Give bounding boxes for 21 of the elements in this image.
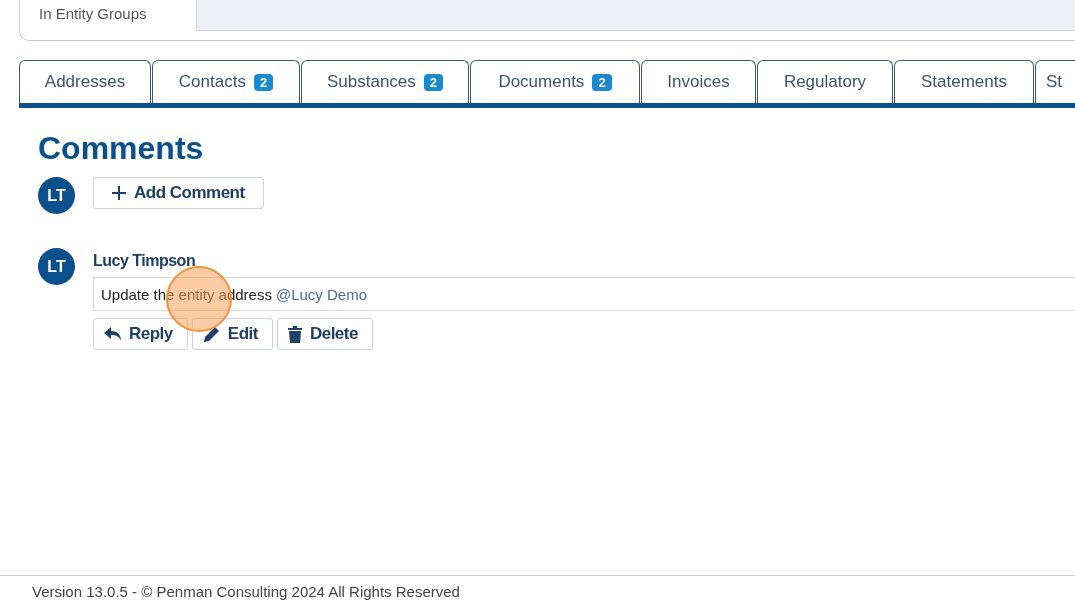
delete-button[interactable]: Delete [276,318,373,350]
avatar: LT [38,248,75,285]
count-badge: 2 [592,73,612,91]
tab[interactable]: Contacts 2 [152,60,300,103]
tab[interactable]: Addresses [19,60,151,103]
add-comment-button[interactable]: Add Comment [93,177,264,209]
section-title: Comments [38,130,205,167]
count-badge: 2 [253,73,274,91]
tab[interactable]: Substances 2 [301,60,469,103]
footer-text: Version 13.0.5 - © Penman Consulting 2024 All Rights Reserved [0,575,1075,601]
tab[interactable]: St [1035,60,1075,103]
reply-button[interactable]: Reply [93,318,188,350]
entity-groups-label: In Entity Groups [38,4,148,24]
avatar: LT [38,177,75,214]
tab[interactable]: Statements [894,60,1034,103]
count-badge: 2 [423,73,444,91]
tab[interactable]: Invoices [641,60,756,103]
tab[interactable]: Regulatory [757,60,893,103]
comment-author: Lucy Timpson [93,252,197,270]
edit-button[interactable]: Edit [191,318,273,350]
tab[interactable]: Documents 2 [470,60,640,103]
